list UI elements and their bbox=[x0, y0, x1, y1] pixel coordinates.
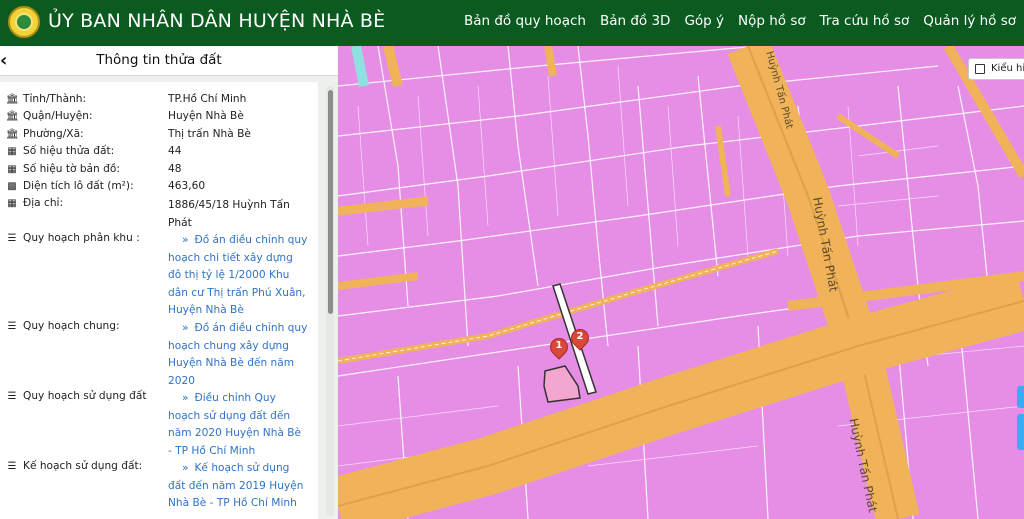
list-icon: ☰ bbox=[7, 461, 17, 472]
menu-item-manage-documents[interactable]: Quản lý hồ sơ bbox=[923, 13, 1016, 29]
field-value: 48 bbox=[168, 163, 182, 175]
field-value: TP.Hồ Chí Minh bbox=[168, 93, 247, 105]
area-icon: ▩ bbox=[7, 181, 17, 192]
double-chevron-right-icon: » bbox=[182, 462, 189, 474]
map-icon: ▦ bbox=[7, 198, 17, 209]
map-marker-1[interactable]: 1 bbox=[546, 334, 572, 362]
plan-link-land-use[interactable]: » Điều chỉnh Quy hoạch sử dụng đất đến nă… bbox=[168, 390, 308, 460]
map-icon: ▦ bbox=[7, 164, 17, 175]
site-title[interactable]: ỦY BAN NHÂN DÂN HUYỆN NHÀ BÈ bbox=[48, 10, 385, 32]
field-value: Huyện Nhà Bè bbox=[168, 110, 244, 122]
field-label: Diện tích lô đất (m²): bbox=[23, 180, 134, 192]
field-label: Phường/Xã: bbox=[23, 128, 84, 140]
menu-item-3d-map[interactable]: Bản đồ 3D bbox=[600, 13, 671, 29]
marker-number: 1 bbox=[555, 340, 563, 351]
menu-item-planning-map[interactable]: Bản đồ quy hoạch bbox=[464, 13, 586, 29]
map-style-label: Kiểu hiển bbox=[991, 63, 1024, 74]
map-side-control[interactable] bbox=[1017, 414, 1024, 450]
bank-icon: 🏛 bbox=[6, 94, 19, 105]
field-value: 44 bbox=[168, 145, 182, 157]
list-icon: ☰ bbox=[7, 321, 17, 332]
plan-label: Quy hoạch phân khu : bbox=[23, 232, 140, 244]
plan-label: Quy hoạch chung: bbox=[23, 320, 120, 332]
field-label: Quận/Huyện: bbox=[23, 110, 93, 122]
menu-item-feedback[interactable]: Góp ý bbox=[684, 13, 724, 29]
plan-link-text[interactable]: Đồ án điều chỉnh quy hoạch chi tiết xây … bbox=[168, 234, 307, 316]
map-icon: ▦ bbox=[7, 146, 17, 157]
plan-link-general[interactable]: » Đồ án điều chỉnh quy hoạch chung xây dự… bbox=[168, 320, 308, 390]
main-menu: Bản đồ quy hoạch Bản đồ 3D Góp ý Nộp hồ … bbox=[450, 13, 1016, 29]
plan-link-text[interactable]: Đồ án điều chỉnh quy hoạch chung xây dựn… bbox=[168, 322, 307, 387]
field-value: 463,60 bbox=[168, 180, 206, 192]
double-chevron-right-icon: » bbox=[182, 234, 189, 246]
menu-item-submit-documents[interactable]: Nộp hồ sơ bbox=[738, 13, 806, 29]
panel-body: 🏛 Tỉnh/Thành: TP.Hồ Chí Minh 🏛 Quận/Huyệ… bbox=[0, 82, 318, 519]
panel-title: Thông tin thửa đất bbox=[96, 52, 222, 68]
field-label: Số hiệu tờ bản đồ: bbox=[23, 163, 120, 175]
field-value: Thị trấn Nhà Bè bbox=[168, 128, 251, 140]
field-label: Số hiệu thửa đất: bbox=[23, 145, 115, 157]
field-label: Tỉnh/Thành: bbox=[23, 93, 87, 105]
double-chevron-right-icon: » bbox=[182, 322, 189, 334]
plan-link-text[interactable]: Kế hoạch sử dụng đất đến năm 2019 Huyện … bbox=[168, 462, 303, 509]
map-side-control[interactable] bbox=[1017, 386, 1024, 408]
book-icon bbox=[975, 64, 985, 74]
plan-link-land-use-schedule[interactable]: » Kế hoạch sử dụng đất đến năm 2019 Huyện… bbox=[168, 460, 308, 513]
top-navigation-bar: ỦY BAN NHÂN DÂN HUYỆN NHÀ BÈ Bản đồ quy … bbox=[0, 0, 1024, 46]
map-style-button[interactable]: Kiểu hiển bbox=[968, 58, 1024, 80]
field-label: Địa chỉ: bbox=[23, 197, 64, 209]
list-icon: ☰ bbox=[7, 233, 17, 244]
menu-item-lookup-documents[interactable]: Tra cứu hồ sơ bbox=[820, 13, 910, 29]
panel-header: ‹ Thông tin thửa đất bbox=[0, 46, 338, 76]
plan-link-zoning[interactable]: » Đồ án điều chỉnh quy hoạch chi tiết xây… bbox=[168, 232, 308, 320]
plan-label: Quy hoạch sử dụng đất bbox=[23, 390, 147, 402]
double-chevron-right-icon: » bbox=[182, 392, 189, 404]
field-value: 1886/45/18 Huỳnh Tấn Phát bbox=[168, 199, 290, 229]
map-canvas[interactable] bbox=[338, 46, 1024, 519]
emblem-icon[interactable] bbox=[8, 6, 40, 38]
map-marker-2[interactable]: 2 bbox=[567, 325, 593, 353]
planning-map[interactable]: Huỳnh Tấn Phát Huỳnh Tấn Phát Huỳnh Tấn … bbox=[338, 46, 1024, 519]
bank-icon: 🏛 bbox=[6, 111, 19, 122]
panel-scrollbar-thumb[interactable] bbox=[328, 90, 333, 314]
marker-number: 2 bbox=[576, 331, 584, 342]
bank-icon: 🏛 bbox=[6, 129, 19, 140]
plan-label: Kế hoạch sử dụng đất: bbox=[23, 460, 143, 472]
list-icon: ☰ bbox=[7, 391, 17, 402]
parcel-info-panel: ‹ Thông tin thửa đất 🏛 Tỉnh/Thành: TP.Hồ… bbox=[0, 46, 338, 519]
